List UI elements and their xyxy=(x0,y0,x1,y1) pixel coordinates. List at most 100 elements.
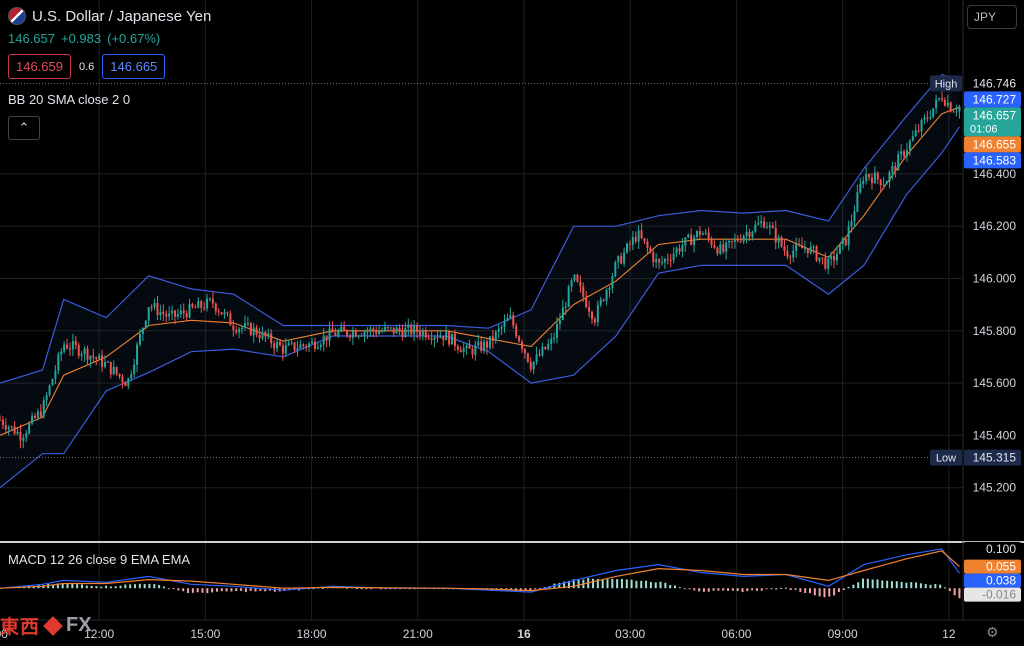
macd-histogram-bar xyxy=(871,579,874,589)
macd-indicator-label[interactable]: MACD 12 26 close 9 EMA EMA xyxy=(8,552,190,567)
candle-body xyxy=(235,330,238,333)
candle-body xyxy=(792,250,795,258)
candle-body xyxy=(838,243,841,254)
candle-body xyxy=(521,341,524,350)
last-price: 146.657 xyxy=(8,31,55,46)
candle-body xyxy=(325,335,328,341)
candle-body xyxy=(480,341,483,351)
candle-body xyxy=(468,345,471,349)
candle-body xyxy=(789,256,792,258)
y-tick-label: 146.400 xyxy=(973,167,1017,181)
candle-body xyxy=(284,345,287,354)
candle-body xyxy=(827,258,830,269)
macd-histogram-bar xyxy=(206,588,209,594)
macd-histogram-bar xyxy=(683,588,686,590)
candle-body xyxy=(418,331,421,336)
price-label: 146.655 xyxy=(973,137,1017,151)
candle-body xyxy=(678,248,681,252)
candle-body xyxy=(809,246,812,254)
macd-histogram-bar xyxy=(919,583,922,589)
chart-canvas[interactable]: 145.200 145.400 145.600 145.800 146.000 146.2… xyxy=(0,0,1024,646)
candle-body xyxy=(328,328,331,341)
gear-icon[interactable]: ⚙ xyxy=(986,624,999,641)
candle-body xyxy=(736,239,739,241)
us-flag-icon xyxy=(8,7,26,25)
candle-body xyxy=(573,274,576,281)
candle-body xyxy=(241,327,244,329)
price-change: +0.983 xyxy=(61,31,102,46)
candle-body xyxy=(401,330,404,338)
price-label: 146.746 xyxy=(973,76,1017,90)
candle-body xyxy=(57,354,60,371)
ask-button[interactable]: 146.665 xyxy=(102,54,166,79)
candle-body xyxy=(340,326,343,332)
candle-body xyxy=(742,235,745,242)
macd-histogram-bar xyxy=(592,578,595,589)
candle-body xyxy=(433,337,436,340)
candle-body xyxy=(270,333,273,344)
logo-fx: FX xyxy=(66,614,92,636)
candle-body xyxy=(197,301,200,308)
candle-body xyxy=(474,345,477,355)
bb-indicator-label[interactable]: BB 20 SMA close 2 0 xyxy=(8,92,130,107)
candle-body xyxy=(42,400,45,417)
candle-body xyxy=(103,361,106,367)
candle-body xyxy=(526,353,529,362)
candle-body xyxy=(923,117,926,120)
price-tag: High xyxy=(935,78,958,90)
candle-body xyxy=(512,315,515,326)
candle-body xyxy=(214,303,217,312)
currency-button[interactable]: JPY xyxy=(967,5,1017,29)
macd-histogram-bar xyxy=(630,579,633,589)
candle-body xyxy=(153,302,156,308)
macd-histogram-bar xyxy=(673,585,676,589)
candle-body xyxy=(86,348,89,360)
candle-body xyxy=(894,165,897,171)
macd-histogram-bar xyxy=(635,580,638,589)
macd-histogram-bar xyxy=(780,587,783,589)
candle-body xyxy=(599,299,602,305)
macd-histogram-bar xyxy=(818,588,821,597)
macd-histogram-bar xyxy=(866,578,869,589)
candle-body xyxy=(185,313,188,318)
candle-body xyxy=(891,165,894,173)
candle-body xyxy=(666,259,669,261)
candle-body xyxy=(19,431,22,441)
candle-body xyxy=(375,331,378,334)
candle-body xyxy=(10,426,13,428)
bid-button[interactable]: 146.659 xyxy=(8,54,71,79)
macd-histogram-bar xyxy=(722,588,725,591)
candle-body xyxy=(765,227,768,229)
macd-histogram-bar xyxy=(100,586,103,589)
macd-histogram-bar xyxy=(765,588,768,590)
candle-body xyxy=(305,345,308,348)
candle-body xyxy=(136,344,139,365)
candle-body xyxy=(885,182,888,185)
candle-body xyxy=(564,306,567,308)
candle-body xyxy=(497,328,500,332)
macd-histogram-bar xyxy=(678,587,681,589)
candle-body xyxy=(25,433,28,438)
price-tag: Low xyxy=(936,453,956,465)
candle-body xyxy=(713,245,716,248)
macd-histogram-bar xyxy=(698,588,701,592)
macd-histogram-bar xyxy=(148,583,151,589)
candle-body xyxy=(946,102,949,106)
candle-body xyxy=(771,225,774,228)
broker-logo: 東西 FX xyxy=(0,612,92,639)
x-tick-label: 06:00 xyxy=(721,627,751,641)
candle-body xyxy=(509,315,512,319)
candle-body xyxy=(503,320,506,328)
macd-histogram-bar xyxy=(823,588,826,598)
macd-histogram-bar xyxy=(109,586,112,589)
candle-body xyxy=(681,245,684,252)
macd-histogram-bar xyxy=(129,584,132,589)
macd-histogram-bar xyxy=(71,583,74,589)
candle-body xyxy=(701,233,704,235)
candle-body xyxy=(459,349,462,353)
candle-body xyxy=(39,411,42,417)
bid-ask-panel: 146.659 0.6 146.665 xyxy=(8,54,166,79)
candle-body xyxy=(660,262,663,264)
chevron-up-icon[interactable]: ⌃ xyxy=(8,116,40,140)
candle-body xyxy=(264,331,267,337)
